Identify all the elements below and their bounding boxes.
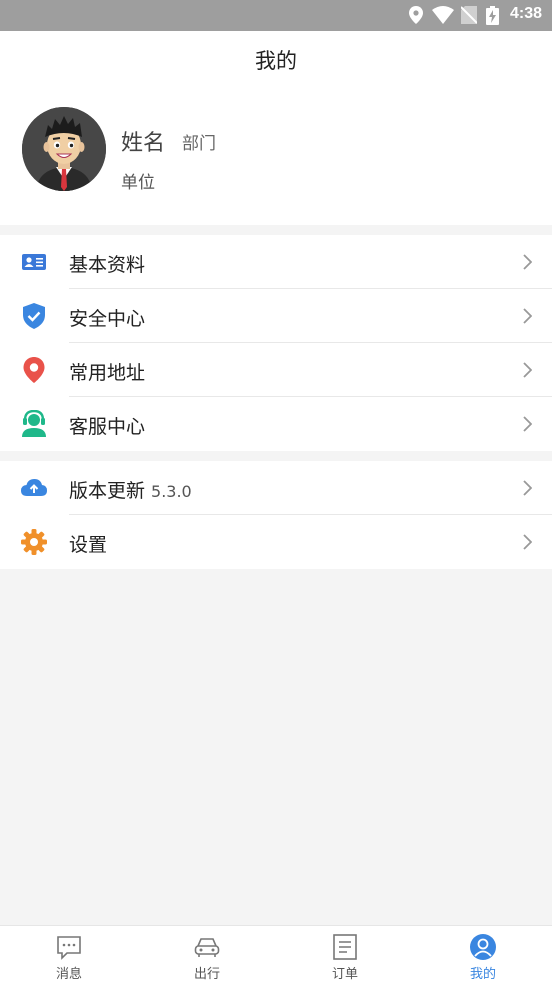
tab-label: 订单 xyxy=(331,967,358,981)
location-icon xyxy=(409,6,423,24)
menu-item-label: 版本更新 5.3.0 xyxy=(69,476,192,503)
menu-group-account: 基本资料 安全中心 常用地址 客服中心 xyxy=(0,235,552,451)
tab-messages[interactable]: 消息 xyxy=(0,926,138,981)
menu-item-basic-info[interactable]: 基本资料 xyxy=(0,235,552,289)
chevron-right-icon xyxy=(523,416,532,432)
chevron-right-icon xyxy=(523,254,532,270)
no-sim-icon xyxy=(461,6,477,24)
order-list-icon xyxy=(333,934,357,960)
avatar[interactable] xyxy=(22,107,106,191)
gear-icon xyxy=(21,529,47,555)
menu-item-security-center[interactable]: 安全中心 xyxy=(0,289,552,343)
user-department: 部门 xyxy=(182,134,216,154)
chevron-right-icon xyxy=(523,308,532,324)
car-icon xyxy=(194,938,220,957)
version-update-text: 版本更新 xyxy=(69,480,146,502)
cloud-upload-icon xyxy=(21,479,47,496)
user-name: 姓名 xyxy=(121,131,166,156)
tab-label: 出行 xyxy=(193,967,220,981)
location-pin-icon xyxy=(23,357,45,383)
tab-label: 我的 xyxy=(469,967,496,981)
menu-item-label: 客服中心 xyxy=(69,416,146,438)
menu-item-common-address[interactable]: 常用地址 xyxy=(0,343,552,397)
menu-item-label: 常用地址 xyxy=(69,362,146,384)
battery-charging-icon xyxy=(486,6,499,25)
menu-group-app: 版本更新 5.3.0 设置 xyxy=(0,461,552,569)
chevron-right-icon xyxy=(523,362,532,378)
user-unit: 单位 xyxy=(121,173,155,193)
id-card-icon xyxy=(22,254,46,270)
chevron-right-icon xyxy=(523,480,532,496)
menu-item-settings[interactable]: 设置 xyxy=(0,515,552,569)
menu-item-label: 基本资料 xyxy=(69,254,146,276)
bottom-tab-bar: 消息 出行 订单 我的 xyxy=(0,925,552,981)
wifi-icon xyxy=(432,6,454,24)
headset-agent-icon xyxy=(22,410,46,437)
profile-card[interactable]: 姓名 部门 单位 xyxy=(0,91,552,225)
tab-travel[interactable]: 出行 xyxy=(138,926,276,981)
tab-mine[interactable]: 我的 xyxy=(414,926,552,981)
tab-orders[interactable]: 订单 xyxy=(276,926,414,981)
shield-check-icon xyxy=(23,303,45,329)
avatar-illustration xyxy=(22,107,106,191)
page-title: 我的 xyxy=(255,49,297,73)
menu-item-label: 设置 xyxy=(69,534,108,556)
status-bar: 4:38 xyxy=(0,0,552,31)
chevron-right-icon xyxy=(523,534,532,550)
user-icon xyxy=(470,934,496,960)
app-header: 我的 xyxy=(0,31,552,91)
menu-item-customer-service[interactable]: 客服中心 xyxy=(0,397,552,451)
tab-label: 消息 xyxy=(55,967,82,981)
status-time: 4:38 xyxy=(509,5,542,22)
message-icon xyxy=(57,936,81,960)
menu-item-version-update[interactable]: 版本更新 5.3.0 xyxy=(0,461,552,515)
menu-item-label: 安全中心 xyxy=(69,308,146,330)
version-number: 5.3.0 xyxy=(151,482,192,501)
